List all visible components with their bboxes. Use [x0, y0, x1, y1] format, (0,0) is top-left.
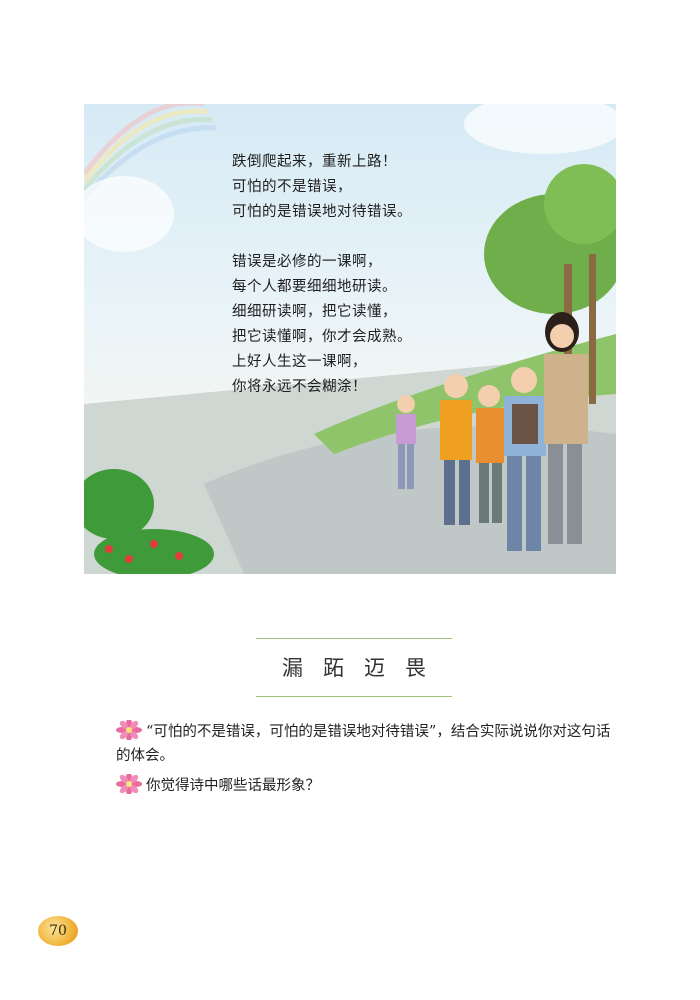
- question-text: “可怕的不是错误，可怕的是错误地对待错误”，结合实际说说你对这句话的体会。: [116, 724, 611, 764]
- flower-icon: [116, 772, 142, 796]
- poem-line: 细细研读啊，把它读懂，: [232, 304, 397, 320]
- poem-line: 每个人都要细细地研读。: [232, 279, 397, 295]
- poem-line: 可怕的是错误地对待错误。: [232, 204, 412, 220]
- poem-line: 跌倒爬起来，重新上路！: [232, 154, 397, 170]
- section-title: 漏跖迈畏: [282, 656, 446, 680]
- poem-line: 可怕的不是错误，: [232, 179, 352, 195]
- page-number: 70: [38, 916, 78, 946]
- question-item: 你觉得诗中哪些话最形象？: [116, 772, 616, 798]
- poem-line: 你将永远不会糊涂！: [232, 379, 367, 395]
- flower-icon: [116, 718, 142, 742]
- question-item: “可怕的不是错误，可怕的是错误地对待错误”，结合实际说说你对这句话的体会。: [116, 718, 616, 768]
- stanza-gap: [232, 225, 492, 250]
- poem-line: 上好人生这一课啊，: [232, 354, 367, 370]
- section-rule-bottom: [256, 696, 452, 697]
- section-rule-top: [256, 638, 452, 639]
- poem-line: 错误是必修的一课啊，: [232, 254, 382, 270]
- question-text: 你觉得诗中哪些话最形象？: [146, 778, 320, 794]
- poem-line: 把它读懂啊，你才会成熟。: [232, 329, 412, 345]
- poem-text: 跌倒爬起来，重新上路！ 可怕的不是错误， 可怕的是错误地对待错误。 错误是必修的…: [232, 150, 492, 400]
